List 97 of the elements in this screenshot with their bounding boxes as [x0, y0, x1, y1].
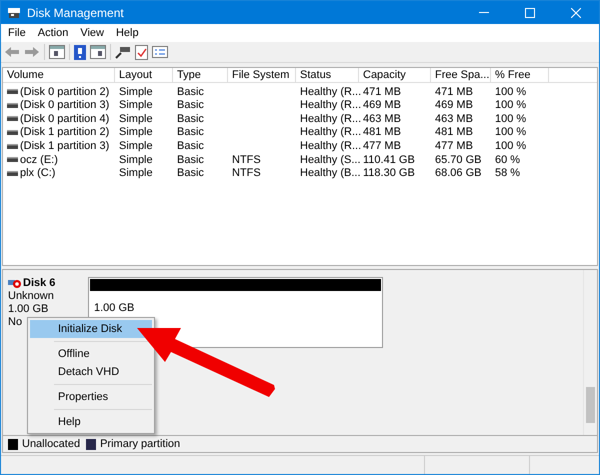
volume-icon	[7, 116, 18, 122]
table-cell-text: Basic	[177, 152, 204, 168]
table-cell-text: Simple	[119, 125, 153, 140]
table-cell-text: (Disk 1 partition 3)	[20, 138, 110, 154]
table-cell-text: (Disk 0 partition 3)	[20, 98, 110, 114]
list-window-icon[interactable]	[152, 46, 168, 58]
disk-size: 1.00 GB	[8, 303, 48, 316]
menu-item[interactable]: Properties	[30, 388, 152, 406]
table-cell-text: NTFS	[232, 166, 261, 182]
table-cell-text: 100 %	[495, 98, 526, 114]
table-cell-text: 100 %	[495, 84, 526, 100]
volume-icon	[7, 130, 18, 136]
table-cell-text: Healthy (R...	[300, 138, 362, 154]
volume-icon	[7, 89, 18, 94]
table-cell-text: 477 MB	[363, 138, 401, 154]
table-cell-text: plx (C:)	[20, 166, 56, 182]
disk-drive-icon	[7, 6, 21, 18]
table-cell-text: Healthy (B...	[300, 166, 361, 182]
console-panel-icon[interactable]	[49, 45, 65, 59]
column-header[interactable]: Capacity	[359, 68, 431, 82]
forward-arrow-icon[interactable]	[24, 46, 40, 58]
table-cell-text: Basic	[177, 98, 204, 114]
table-cell-text: Simple	[119, 98, 153, 114]
table-cell-text: 100 %	[495, 112, 526, 127]
column-header[interactable]: Free Spa...	[431, 68, 491, 82]
disk-type: Unknown	[8, 290, 54, 303]
table-cell-text: 463 MB	[435, 112, 473, 127]
menu-item[interactable]: Detach VHD	[30, 363, 152, 381]
table-cell-text: Healthy (S...	[300, 152, 361, 168]
help-icon[interactable]	[74, 44, 86, 60]
menu-item[interactable]: Help	[110, 24, 145, 42]
column-header[interactable]: File System	[228, 68, 296, 82]
table-cell-text: 100 %	[495, 125, 526, 140]
table-cell-text: (Disk 1 partition 2)	[20, 125, 110, 140]
table-cell-text: 471 MB	[435, 84, 473, 100]
checklist-icon[interactable]	[135, 44, 148, 60]
table-cell-text: Simple	[119, 166, 153, 182]
table-cell-text: 471 MB	[363, 84, 401, 100]
table-cell-text: 469 MB	[435, 98, 473, 114]
window-title: Disk Management	[27, 4, 124, 22]
volume-icon	[7, 157, 18, 162]
console-panel-icon[interactable]	[90, 45, 106, 59]
column-header[interactable]: Layout	[115, 68, 173, 82]
menu-item[interactable]: Initialize Disk	[30, 320, 152, 338]
maximize-icon	[525, 8, 535, 18]
table-cell-text: 60 %	[495, 152, 520, 168]
disk-name: Disk 6	[23, 277, 56, 290]
disk-status: No	[8, 316, 22, 329]
table-cell-text: Basic	[177, 84, 204, 100]
back-arrow-icon[interactable]	[4, 46, 20, 58]
menu-item[interactable]: Help	[30, 413, 152, 431]
scrollbar[interactable]	[583, 270, 597, 435]
disk-error-icon	[8, 278, 22, 288]
table-cell-text: Simple	[119, 84, 153, 100]
table-cell-text: Basic	[177, 112, 204, 127]
legend-label: Unallocated	[22, 436, 80, 452]
close-icon	[571, 8, 581, 18]
table-cell-text: 58 %	[495, 166, 520, 182]
table-cell-text: 118.30 GB	[363, 166, 415, 182]
table-cell-text: Simple	[119, 138, 153, 154]
table-cell-text: 68.06 GB	[435, 166, 482, 182]
table-cell-text: Healthy (R...	[300, 112, 362, 127]
table-cell-text: 481 MB	[435, 125, 473, 140]
column-header[interactable]: Volume	[3, 68, 115, 82]
table-cell-text: (Disk 0 partition 2)	[20, 84, 110, 100]
minimize-icon	[479, 12, 489, 13]
table-cell-text: Healthy (R...	[300, 98, 362, 114]
table-cell-text: Healthy (R...	[300, 125, 362, 140]
table-cell-text: (Disk 0 partition 4)	[20, 112, 110, 127]
table-cell-text: Simple	[119, 152, 153, 168]
menu-item[interactable]: Action	[32, 24, 74, 42]
column-header[interactable]: Status	[296, 68, 359, 82]
table-cell-text: Healthy (R...	[300, 84, 362, 100]
table-cell-text: ocz (E:)	[20, 152, 58, 168]
table-cell-text: 477 MB	[435, 138, 473, 154]
table-cell-text: 463 MB	[363, 112, 401, 127]
table-cell-text: 100 %	[495, 138, 526, 154]
menu-item[interactable]: File	[2, 24, 32, 42]
table-cell-text: 65.70 GB	[435, 152, 482, 168]
column-header[interactable]: Type	[173, 68, 228, 82]
magnifier-icon[interactable]	[115, 45, 131, 59]
table-cell-text: 110.41 GB	[363, 152, 415, 168]
volume-icon	[7, 144, 18, 149]
table-cell-text: Basic	[177, 138, 204, 154]
volume-icon	[7, 102, 18, 108]
table-cell-text: 481 MB	[363, 125, 401, 140]
table-cell-text: Simple	[119, 112, 153, 127]
menu-item[interactable]: View	[74, 24, 110, 42]
table-cell-text: NTFS	[232, 152, 261, 168]
partition-size: 1.00 GB	[94, 301, 134, 316]
menu-item[interactable]: Offline	[30, 345, 152, 363]
table-cell-text: 469 MB	[363, 98, 401, 114]
column-header[interactable]: % Free	[491, 68, 549, 82]
table-cell-text: Basic	[177, 125, 204, 140]
legend-label: Primary partition	[100, 436, 180, 452]
volume-icon	[7, 170, 18, 176]
table-cell-text: Basic	[177, 166, 204, 182]
